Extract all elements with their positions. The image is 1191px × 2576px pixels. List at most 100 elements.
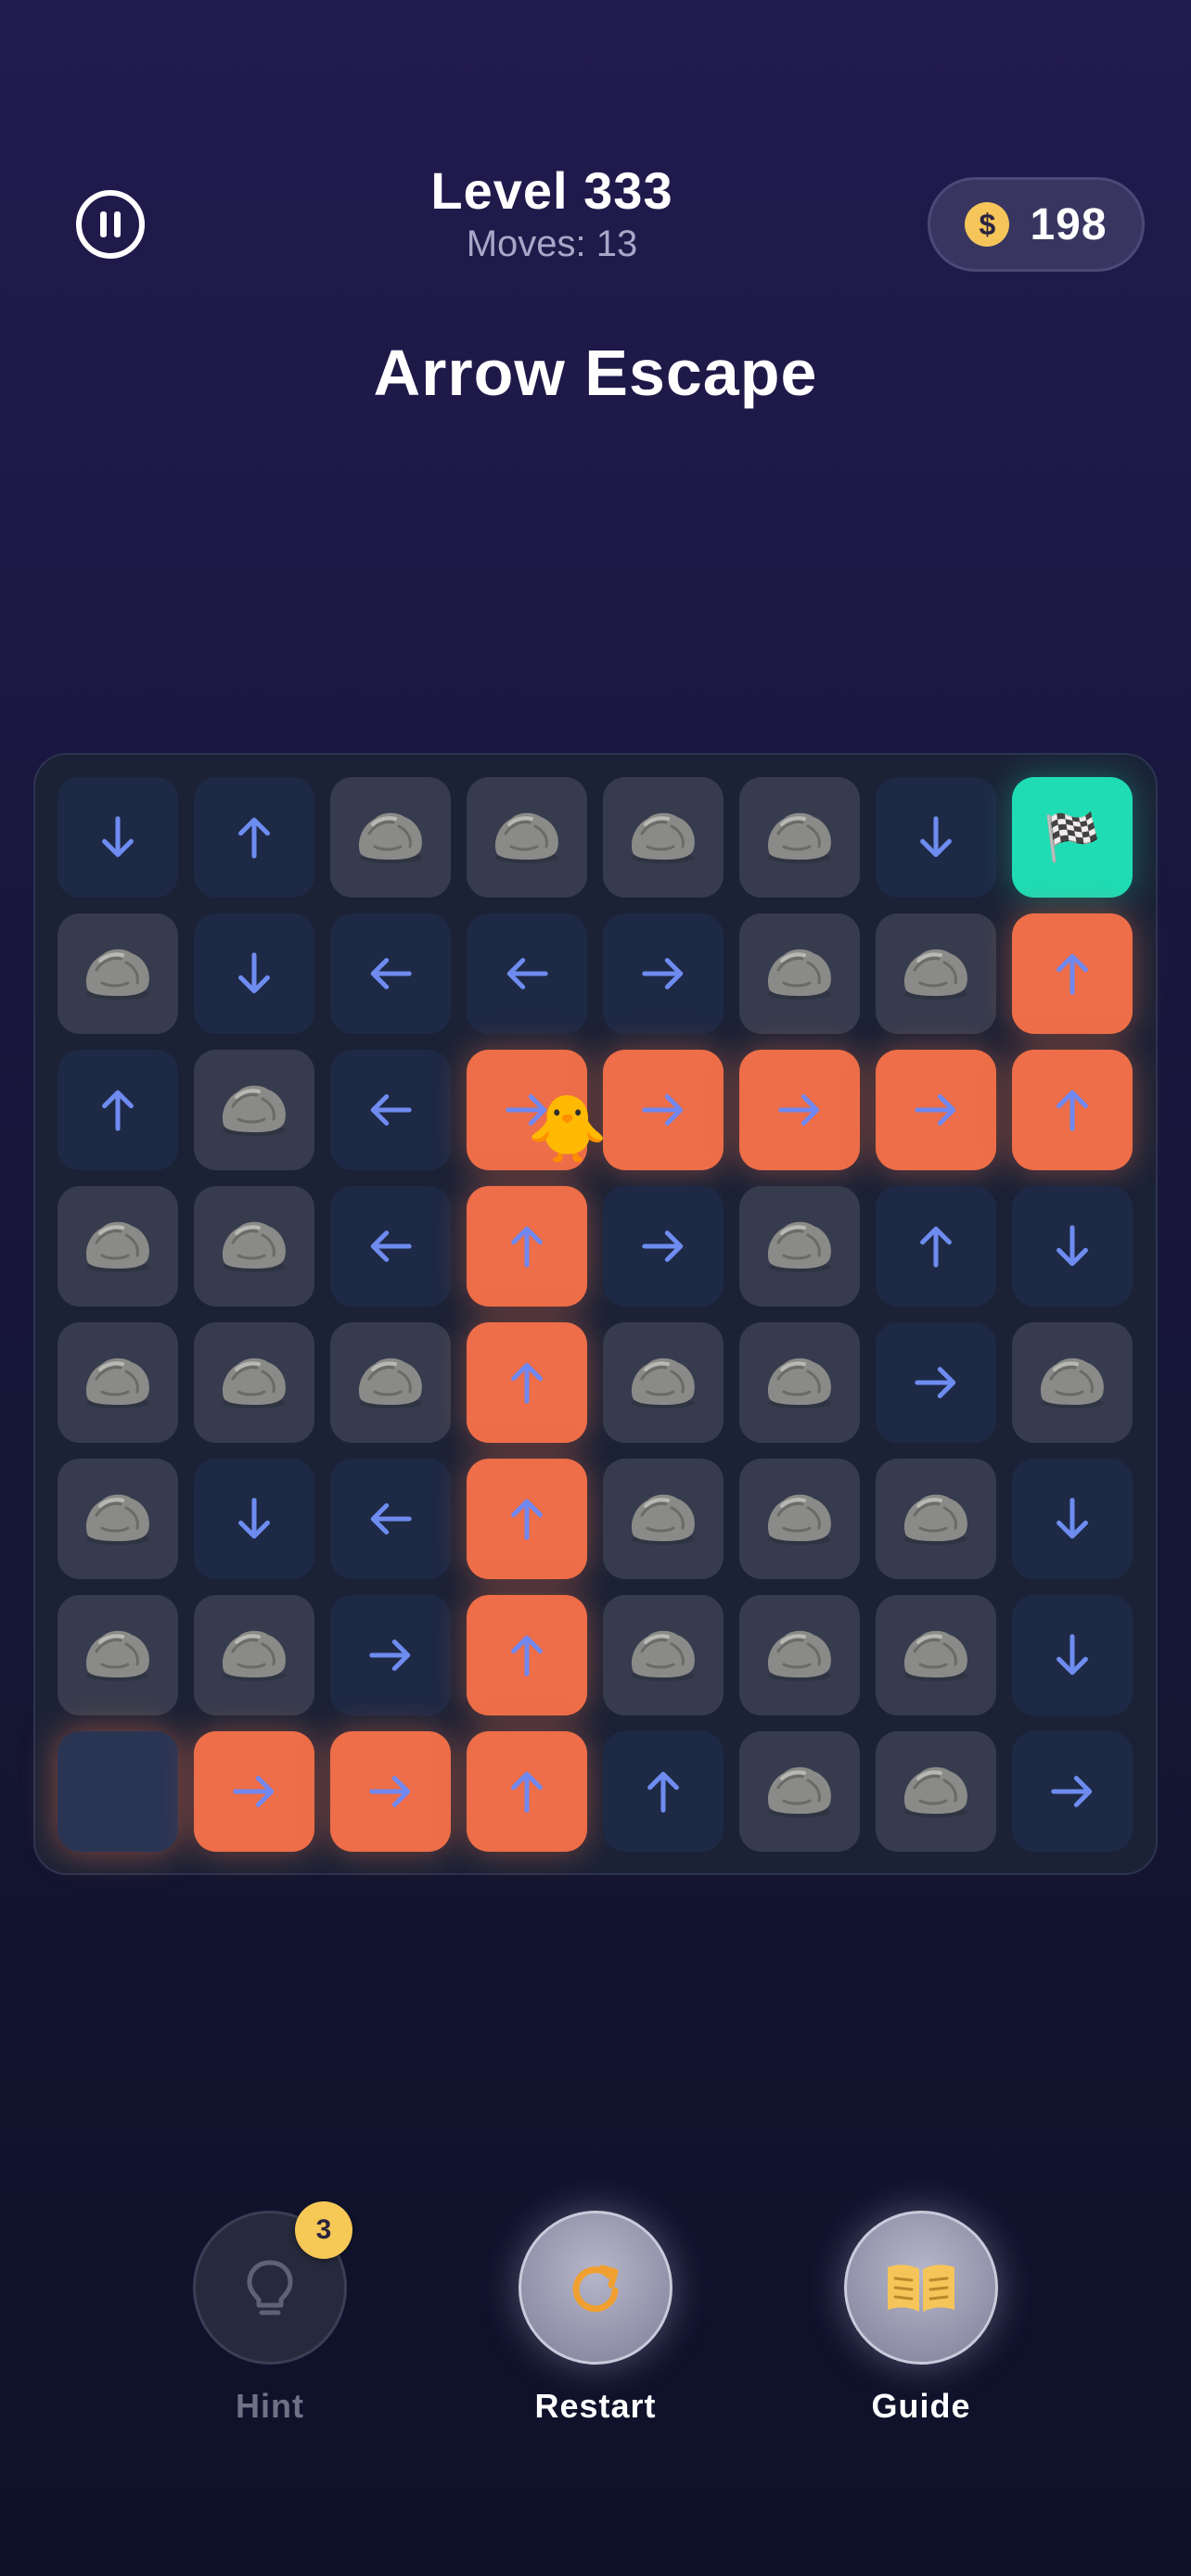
guide-button[interactable]: Guide [842, 2211, 1000, 2426]
arrow-cell-down[interactable] [876, 777, 996, 898]
rock-icon [762, 942, 838, 1006]
path-cell-right[interactable] [330, 1731, 451, 1852]
path-cell-right[interactable] [739, 1050, 860, 1170]
arrow-cell-right[interactable] [603, 1186, 724, 1307]
rock-cell[interactable] [876, 913, 996, 1034]
restart-label: Restart [534, 2387, 657, 2425]
rock-icon [762, 806, 838, 870]
arrow-cell-left[interactable] [330, 1050, 451, 1170]
restart-circle[interactable] [519, 2211, 672, 2365]
arrow-cell-up[interactable] [603, 1731, 724, 1852]
arrow-cell-left[interactable] [467, 913, 587, 1034]
arrow-cell-right[interactable] [876, 1322, 996, 1443]
rock-cell[interactable] [603, 777, 724, 898]
arrow-up-icon [511, 1771, 543, 1813]
arrow-right-icon [369, 1639, 411, 1671]
rock-cell[interactable] [603, 1459, 724, 1579]
arrow-up-icon [1057, 953, 1088, 995]
rock-cell[interactable] [194, 1595, 314, 1715]
rock-cell[interactable] [603, 1595, 724, 1715]
rock-cell[interactable] [467, 777, 587, 898]
rock-icon [80, 1487, 156, 1551]
arrow-cell-up[interactable] [194, 777, 314, 898]
rock-cell[interactable] [603, 1322, 724, 1443]
path-cell-up[interactable] [467, 1322, 587, 1443]
arrow-right-icon [642, 958, 684, 989]
rock-cell[interactable] [58, 1322, 178, 1443]
hint-button[interactable]: 3 Hint [191, 2201, 352, 2426]
path-cell-right[interactable] [876, 1050, 996, 1170]
rock-cell[interactable] [194, 1050, 314, 1170]
rock-cell[interactable] [739, 1186, 860, 1307]
arrow-cell-down[interactable] [1012, 1595, 1133, 1715]
arrow-left-icon [506, 958, 548, 989]
rock-icon [898, 1760, 974, 1824]
arrow-cell-right[interactable] [603, 913, 724, 1034]
rock-icon [625, 1487, 701, 1551]
arrow-cell-up[interactable] [58, 1050, 178, 1170]
arrow-cell-down[interactable] [58, 777, 178, 898]
rock-cell[interactable] [876, 1731, 996, 1852]
arrow-cell-down[interactable] [194, 1459, 314, 1579]
rock-icon [352, 806, 429, 870]
arrow-cell-up[interactable] [876, 1186, 996, 1307]
rock-cell[interactable] [739, 1595, 860, 1715]
rock-cell[interactable] [194, 1186, 314, 1307]
rock-cell[interactable] [739, 1731, 860, 1852]
coin-count: 198 [1030, 199, 1108, 249]
book-icon [888, 2264, 954, 2312]
rock-icon [1034, 1351, 1110, 1415]
path-cell-up[interactable] [1012, 913, 1133, 1034]
arrow-right-icon [778, 1094, 820, 1126]
rock-cell[interactable] [1012, 1322, 1133, 1443]
arrow-cell-right[interactable] [1012, 1731, 1133, 1852]
goal-cell[interactable]: 🏁 [1012, 777, 1133, 898]
arrow-cell-down[interactable] [1012, 1459, 1133, 1579]
path-cell-right[interactable] [194, 1731, 314, 1852]
arrow-cell-right[interactable] [330, 1595, 451, 1715]
arrow-cell-left[interactable] [330, 1459, 451, 1579]
rock-cell[interactable] [330, 777, 451, 898]
path-cell-up[interactable] [467, 1731, 587, 1852]
rock-icon [898, 942, 974, 1006]
rock-icon [625, 806, 701, 870]
rock-cell[interactable] [739, 913, 860, 1034]
guide-circle[interactable] [844, 2211, 998, 2365]
arrow-down-icon [1057, 1498, 1088, 1539]
hint-count-badge: 3 [295, 2201, 352, 2259]
rock-cell[interactable] [58, 1459, 178, 1579]
arrow-cell-left[interactable] [330, 1186, 451, 1307]
rock-cell[interactable] [330, 1322, 451, 1443]
arrow-down-icon [1057, 1225, 1088, 1267]
coin-balance[interactable]: $ 198 [928, 177, 1145, 272]
arrow-left-icon [370, 1094, 412, 1126]
rock-cell[interactable] [876, 1459, 996, 1579]
path-cell-up[interactable] [467, 1186, 587, 1307]
path-cell-right[interactable] [603, 1050, 724, 1170]
rock-cell[interactable] [194, 1322, 314, 1443]
start-cell[interactable] [58, 1731, 178, 1852]
rock-cell[interactable] [739, 1459, 860, 1579]
rock-cell[interactable] [739, 1322, 860, 1443]
rock-cell[interactable] [876, 1595, 996, 1715]
path-cell-up[interactable] [1012, 1050, 1133, 1170]
restart-button[interactable]: Restart [517, 2211, 674, 2426]
rock-icon [762, 1624, 838, 1688]
lightbulb-icon [247, 2260, 293, 2315]
rock-cell[interactable] [58, 913, 178, 1034]
rock-cell[interactable] [58, 1186, 178, 1307]
arrow-up-icon [511, 1498, 543, 1540]
rock-icon [216, 1078, 292, 1142]
path-cell-up[interactable] [467, 1459, 587, 1579]
rock-cell[interactable] [739, 777, 860, 898]
arrow-cell-left[interactable] [330, 913, 451, 1034]
rock-icon [80, 1351, 156, 1415]
arrow-right-icon [915, 1367, 956, 1398]
arrow-cell-down[interactable] [1012, 1186, 1133, 1307]
rock-icon [489, 806, 565, 870]
arrow-cell-down[interactable] [194, 913, 314, 1034]
rock-icon [352, 1351, 429, 1415]
arrow-down-icon [238, 952, 270, 994]
path-cell-up[interactable] [467, 1595, 587, 1715]
rock-cell[interactable] [58, 1595, 178, 1715]
